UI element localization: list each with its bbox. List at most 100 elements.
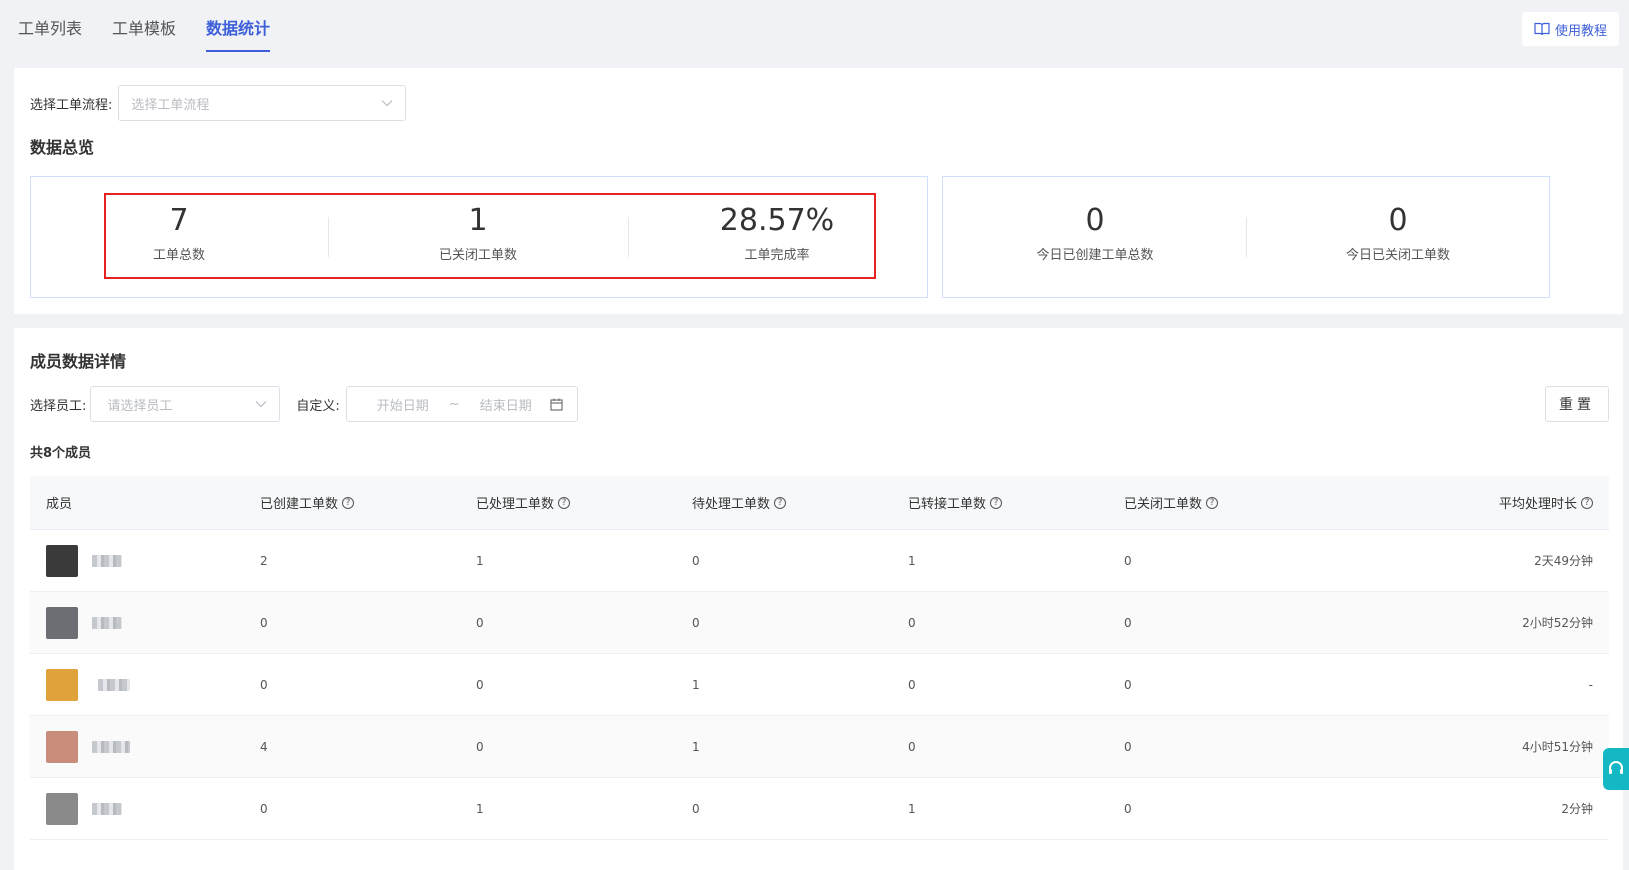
col-handled: 已处理工单数? — [476, 493, 692, 512]
member-name-blurred — [92, 616, 122, 629]
cell-created: 0 — [260, 677, 268, 692]
col-label: 已创建工单数 — [260, 497, 339, 512]
cell-closed: 0 — [1124, 739, 1132, 754]
member-count: 共8个成员 — [30, 446, 92, 461]
cell-created: 4 — [260, 739, 268, 754]
cell-pending: 1 — [692, 739, 700, 754]
tab-ticket-list[interactable]: 工单列表 — [18, 0, 82, 52]
cell-handled: 0 — [476, 615, 484, 630]
member-cell — [30, 730, 260, 763]
start-date-input[interactable]: 开始日期 — [377, 395, 429, 414]
tab-data-stats[interactable]: 数据统计 — [206, 0, 271, 52]
employee-select-placeholder: 请选择员工 — [107, 398, 173, 414]
custom-date-label: 自定义: — [296, 398, 340, 414]
member-cell — [30, 668, 260, 701]
avatar — [46, 730, 78, 763]
cell-transferred: 0 — [908, 615, 916, 630]
cell-created: 0 — [260, 615, 268, 630]
help-icon[interactable]: ? — [1206, 496, 1219, 509]
cell-handled: 1 — [476, 553, 484, 568]
cell-pending: 0 — [692, 553, 700, 568]
cell-pending: 1 — [692, 677, 700, 692]
cell-closed: 0 — [1124, 801, 1132, 816]
col-transferred: 已转接工单数? — [908, 493, 1124, 512]
cell-closed: 0 — [1124, 615, 1132, 630]
stat-label: 今日已创建工单总数 — [1036, 248, 1154, 263]
customer-service-button[interactable] — [1603, 748, 1629, 790]
flow-filter: 选择工单流程: 选择工单流程 — [30, 85, 407, 121]
avatar — [46, 544, 78, 577]
col-label: 成员 — [46, 497, 73, 512]
cell-transferred: 0 — [908, 677, 916, 692]
cell-pending: 0 — [692, 615, 700, 630]
member-details-title: 成员数据详情 — [30, 352, 127, 371]
overview-card: 选择工单流程: 选择工单流程 数据总览 7 工单总数 1 已关闭工单数 28.5… — [14, 68, 1623, 314]
cell-avg-duration: 4小时51分钟 — [1522, 740, 1593, 754]
help-icon[interactable]: ? — [990, 496, 1003, 509]
help-icon[interactable]: ? — [774, 496, 787, 509]
flow-filter-label: 选择工单流程: — [30, 97, 113, 113]
cell-handled: 1 — [476, 801, 484, 816]
end-date-input[interactable]: 结束日期 — [480, 395, 532, 414]
top-bar: 工单列表 工单模板 数据统计 使用教程 — [0, 0, 1629, 58]
stat-value: 0 — [1085, 203, 1105, 238]
help-icon[interactable]: ? — [1581, 496, 1593, 509]
col-created: 已创建工单数? — [260, 493, 476, 512]
chevron-down-icon — [255, 401, 267, 408]
flow-select[interactable]: 选择工单流程 — [118, 85, 407, 121]
employee-select[interactable]: 请选择员工 — [90, 386, 281, 422]
cell-created: 2 — [260, 553, 268, 568]
cell-transferred: 1 — [908, 801, 916, 816]
tab-ticket-template[interactable]: 工单模板 — [112, 0, 176, 52]
avatar — [46, 606, 78, 639]
member-filter-row: 选择员工: 请选择员工 自定义: 开始日期 ~ 结束日期 — [30, 386, 578, 422]
col-closed: 已关闭工单数? — [1124, 493, 1340, 512]
table-header: 成员 已创建工单数? 已处理工单数? 待处理工单数? 已转接工单数? 已关闭工单… — [30, 476, 1609, 530]
table-row[interactable]: 0 0 0 0 0 2小时52分钟 — [30, 592, 1609, 654]
table-row[interactable]: 0 1 0 1 0 2分钟 — [30, 778, 1609, 840]
help-icon[interactable]: ? — [342, 496, 355, 509]
col-label: 已转接工单数 — [908, 497, 987, 512]
overview-stats-box: 7 工单总数 1 已关闭工单数 28.57% 工单完成率 — [30, 176, 928, 298]
member-name-blurred — [98, 678, 130, 691]
help-icon[interactable]: ? — [558, 496, 571, 509]
avatar — [46, 668, 78, 701]
member-cell — [30, 606, 260, 639]
col-pending: 待处理工单数? — [692, 493, 908, 512]
cell-handled: 0 — [476, 739, 484, 754]
overview-title: 数据总览 — [30, 138, 95, 157]
reset-button[interactable]: 重置 — [1545, 386, 1609, 422]
member-table: 成员 已创建工单数? 已处理工单数? 待处理工单数? 已转接工单数? 已关闭工单… — [30, 476, 1609, 840]
date-range-picker[interactable]: 开始日期 ~ 结束日期 — [345, 386, 578, 422]
cell-avg-duration: 2天49分钟 — [1534, 554, 1593, 568]
tab-bar: 工单列表 工单模板 数据统计 — [18, 0, 300, 52]
stat-value: 0 — [1388, 203, 1408, 238]
cell-transferred: 0 — [908, 739, 916, 754]
cell-avg-duration: - — [1588, 677, 1593, 692]
table-row[interactable]: 0 0 1 0 0 - — [30, 654, 1609, 716]
member-details-card: 成员数据详情 选择员工: 请选择员工 自定义: 开始日期 ~ 结束日期 重置 共… — [14, 328, 1623, 870]
member-cell — [30, 544, 260, 577]
cell-avg-duration: 2小时52分钟 — [1522, 616, 1593, 630]
calendar-icon — [550, 398, 563, 411]
headset-icon — [1609, 761, 1623, 774]
cell-avg-duration: 2分钟 — [1561, 802, 1593, 816]
cell-closed: 0 — [1124, 553, 1132, 568]
employee-filter-label: 选择员工: — [30, 398, 87, 414]
table-row[interactable]: 4 0 1 0 0 4小时51分钟 — [30, 716, 1609, 778]
tutorial-button[interactable]: 使用教程 — [1521, 12, 1619, 46]
stat-today-created: 0 今日已创建工单总数 — [995, 203, 1195, 263]
cell-transferred: 1 — [908, 553, 916, 568]
col-avg-duration: 平均处理时长? — [1340, 493, 1609, 512]
cell-handled: 0 — [476, 677, 484, 692]
avatar — [46, 792, 78, 825]
chevron-down-icon — [381, 100, 393, 107]
flow-select-placeholder: 选择工单流程 — [131, 97, 210, 113]
highlight-box — [104, 193, 876, 279]
col-label: 待处理工单数 — [692, 497, 771, 512]
book-icon — [1534, 22, 1550, 36]
cell-closed: 0 — [1124, 677, 1132, 692]
col-label: 平均处理时长 — [1498, 497, 1577, 512]
table-row[interactable]: 2 1 0 1 0 2天49分钟 — [30, 530, 1609, 592]
today-stats-box: 0 今日已创建工单总数 0 今日已关闭工单数 — [942, 176, 1550, 298]
